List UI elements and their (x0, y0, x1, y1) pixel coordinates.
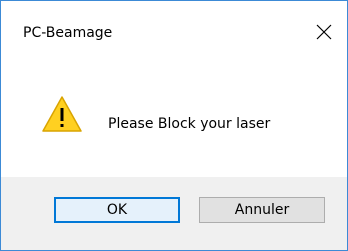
cancel-button[interactable]: Annuler (199, 197, 325, 223)
warning-icon (42, 96, 82, 132)
dialog-window: PC-Beamage Please Block your laser OK An… (0, 0, 348, 251)
close-button[interactable] (307, 15, 341, 49)
button-bar: OK Annuler (1, 177, 347, 250)
close-icon (316, 24, 332, 40)
window-title: PC-Beamage (23, 25, 113, 41)
ok-button[interactable]: OK (54, 197, 180, 223)
dialog-body: Please Block your laser (1, 67, 347, 177)
dialog-message: Please Block your laser (108, 116, 271, 132)
title-bar: PC-Beamage (1, 1, 347, 67)
